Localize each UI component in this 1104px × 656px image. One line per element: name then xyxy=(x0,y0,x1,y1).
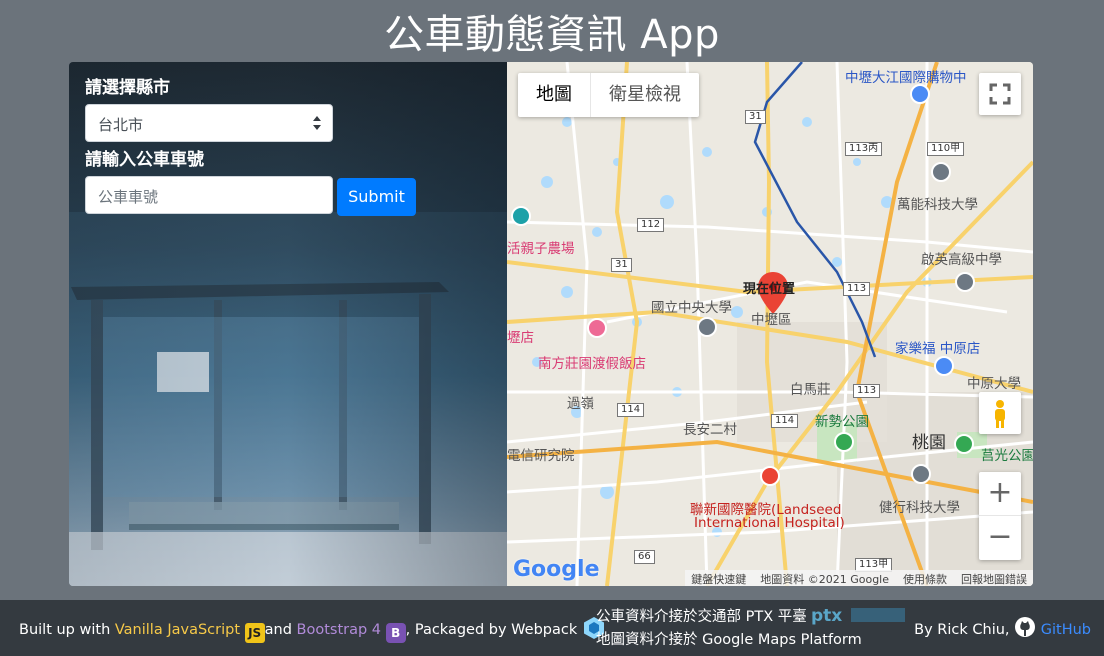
report-error-link[interactable]: 回報地圖錯誤 xyxy=(961,571,1027,586)
fullscreen-icon xyxy=(989,83,1011,105)
google-map[interactable]: 地圖 衛星檢視 + − 現在位置 國立中央大學 中壢區 桃園 南方莊園渡假飯店 … xyxy=(507,62,1033,586)
route-shield: 114 xyxy=(771,414,799,428)
ptx-source-line: 公車資料介接於交通部 PTX 平臺 ptx xyxy=(596,605,907,629)
search-panel: 請選擇縣市 台北市 請輸入公車車號 公車車號 Submit xyxy=(69,62,507,586)
built-prefix: Built up with xyxy=(19,622,111,638)
route-shield: 113 xyxy=(853,384,881,398)
hospital-poi-icon xyxy=(760,466,780,486)
pegman-icon xyxy=(995,400,1005,428)
fullscreen-button[interactable] xyxy=(979,73,1021,115)
data-sources: 公車資料介接於交通部 PTX 平臺 ptx 地圖資料介接於 Google Map… xyxy=(596,605,907,652)
place-ludi: 過嶺 xyxy=(567,396,594,412)
park-poi-icon xyxy=(954,434,974,454)
google-logo: Google xyxy=(513,557,600,582)
map-attribution: 鍵盤快速鍵 地圖資料 ©2021 Google 使用條款 回報地圖錯誤 xyxy=(685,570,1033,586)
place-global-mall: 中壢大江國際購物中 xyxy=(845,70,967,86)
place-carrefour: 家樂福 中原店 xyxy=(895,341,981,357)
zoom-out-button[interactable]: − xyxy=(979,516,1021,560)
school-poi-icon xyxy=(955,272,975,292)
store-poi-icon xyxy=(934,356,954,376)
gmaps-source-line: 地圖資料介接於 Google Maps Platform xyxy=(596,632,862,648)
map-type-satellite-button[interactable]: 衛星檢視 xyxy=(590,73,699,117)
camera-poi-icon xyxy=(511,206,531,226)
author-credit: By Rick Chiu, GitHub xyxy=(914,616,1091,638)
github-link[interactable]: GitHub xyxy=(1041,622,1091,638)
route-shield: 113 xyxy=(843,282,871,296)
route-shield: 110甲 xyxy=(927,142,965,156)
place-baima: 白馬莊 xyxy=(790,382,831,398)
author-text: By Rick Chiu, xyxy=(914,622,1010,638)
javascript-link[interactable]: Vanilla JavaScript xyxy=(115,622,240,638)
hotel-poi-icon xyxy=(587,318,607,338)
place-zhongli: 中壢區 xyxy=(751,312,792,328)
place-farm: 活親子農場 xyxy=(507,241,575,257)
terms-link[interactable]: 使用條款 xyxy=(903,571,947,586)
submit-button[interactable]: Submit xyxy=(337,178,416,216)
svg-text:ptx: ptx xyxy=(811,606,842,625)
zoom-in-button[interactable]: + xyxy=(979,472,1021,516)
route-shield: 31 xyxy=(745,110,766,124)
place-ntcu: 國立中央大學 xyxy=(651,300,732,316)
github-icon xyxy=(1015,617,1036,637)
place-youdian: 壢店 xyxy=(507,330,534,346)
park-poi-icon xyxy=(834,432,854,452)
main-card: 請選擇縣市 台北市 請輸入公車車號 公車車號 Submit 地圖 衛星檢視 + … xyxy=(69,62,1033,586)
place-taoyuan: 桃園 xyxy=(912,433,946,453)
route-input-placeholder: 公車車號 xyxy=(98,188,159,206)
route-shield: 66 xyxy=(634,550,655,564)
map-data-credit: 地圖資料 ©2021 Google xyxy=(760,573,889,586)
select-caret-icon xyxy=(313,116,321,130)
app-title: 公車動態資訊 App xyxy=(384,12,720,58)
place-landseed-en: International Hospital) xyxy=(694,515,845,531)
place-qiying: 啟英高級中學 xyxy=(921,252,1002,268)
street-view-button[interactable] xyxy=(979,392,1021,434)
keyboard-shortcuts-link[interactable]: 鍵盤快速鍵 xyxy=(691,571,746,586)
place-changan: 長安二村 xyxy=(683,422,737,438)
route-input[interactable]: 公車車號 xyxy=(85,176,333,214)
route-shield: 31 xyxy=(611,258,632,272)
map-type-control: 地圖 衛星檢視 xyxy=(518,73,699,117)
place-wanneng: 萬能科技大學 xyxy=(897,197,978,213)
city-select[interactable]: 台北市 xyxy=(85,104,333,142)
city-label: 請選擇縣市 xyxy=(85,78,170,98)
school-poi-icon xyxy=(931,162,951,182)
page-footer: Built up with Vanilla JavaScript JS and B… xyxy=(0,600,1104,656)
city-select-value: 台北市 xyxy=(98,116,144,134)
place-xinshi-park: 新勢公園 xyxy=(815,414,869,430)
university-poi-icon xyxy=(697,317,717,337)
zoom-control: + − xyxy=(979,472,1021,560)
mall-poi-icon xyxy=(910,84,930,104)
place-research: 電信研究院 xyxy=(507,448,575,464)
place-nanfang: 南方莊園渡假飯店 xyxy=(538,356,646,372)
footer-credits: Built up with Vanilla JavaScript JS and B… xyxy=(19,616,606,643)
bootstrap-icon: B xyxy=(385,623,406,643)
place-zhongyuan: 中原大學 xyxy=(967,376,1021,392)
route-shield: 112 xyxy=(637,218,665,232)
ptx-logo-icon: ptx xyxy=(811,606,906,625)
map-type-map-button[interactable]: 地圖 xyxy=(518,73,590,117)
place-xingguang: 莒光公園 xyxy=(981,448,1033,464)
bootstrap-link[interactable]: Bootstrap 4 xyxy=(297,622,382,638)
school-poi-icon xyxy=(911,464,931,484)
route-shield: 114 xyxy=(617,403,645,417)
ptx-source-text: 公車資料介接於交通部 PTX 平臺 xyxy=(596,609,807,625)
packaged-text: , Packaged by Webpack xyxy=(405,622,578,638)
javascript-icon: JS xyxy=(244,623,265,643)
current-location-label: 現在位置 xyxy=(743,282,796,297)
route-shield: 113丙 xyxy=(845,142,883,156)
and-text: and xyxy=(264,622,292,638)
route-label: 請輸入公車車號 xyxy=(85,150,204,170)
place-jianxing: 健行科技大學 xyxy=(879,500,960,516)
google-logo-text: Google xyxy=(513,557,600,582)
